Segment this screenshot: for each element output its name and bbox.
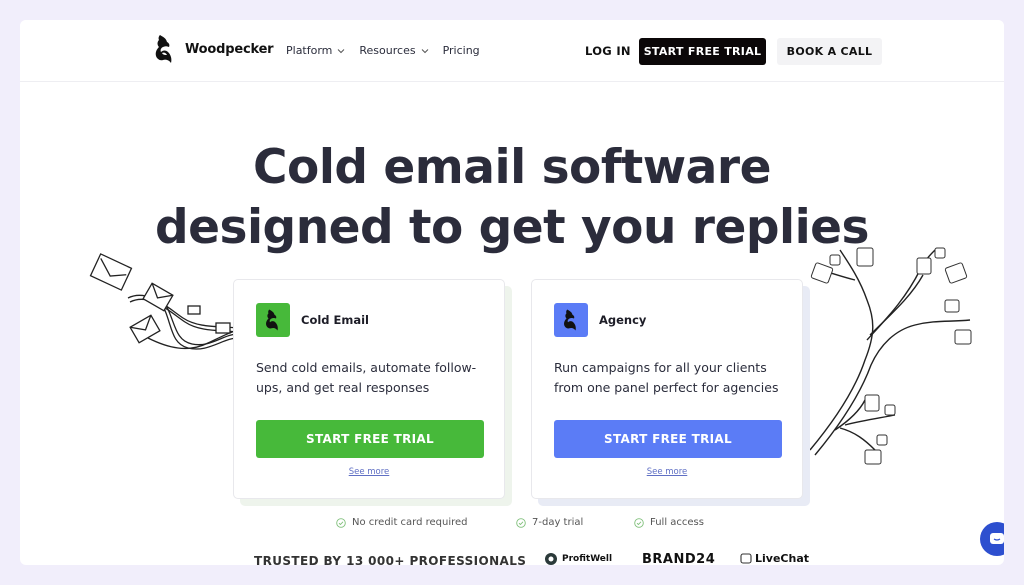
brand-logo[interactable]: Woodpecker <box>154 33 274 65</box>
card-description: Run campaigns for all your clients from … <box>554 360 779 395</box>
cold-email-card: Cold Email Send cold emails, automate fo… <box>233 279 505 499</box>
feature-label: No credit card required <box>352 517 468 528</box>
check-circle-icon <box>336 517 346 528</box>
feature-label: Full access <box>650 517 704 528</box>
card-title: Agency <box>599 313 647 327</box>
main-nav: Platform Resources Pricing <box>286 44 494 57</box>
brand-logo-livechat: LiveChat <box>740 552 809 565</box>
nav-resources-label: Resources <box>359 44 416 57</box>
cold-email-see-more-link[interactable]: See more <box>234 467 504 477</box>
tree-branch-illustration-icon <box>809 247 972 465</box>
agency-start-trial-button[interactable]: START FREE TRIAL <box>554 420 782 458</box>
feature-item: No credit card required <box>336 517 468 528</box>
feature-item: 7-day trial <box>516 517 583 528</box>
nav-platform-label: Platform <box>286 44 333 57</box>
brand-name: LiveChat <box>755 552 809 565</box>
header-start-trial-button[interactable]: START FREE TRIAL <box>639 38 766 65</box>
login-link[interactable]: LOG IN <box>585 44 631 58</box>
cold-email-card-icon <box>256 303 290 337</box>
brand-name: BRAND24 <box>642 552 716 565</box>
chat-widget-button[interactable] <box>980 522 1004 556</box>
feature-label: 7-day trial <box>532 517 584 528</box>
profitwell-logo-icon <box>545 553 557 565</box>
cold-email-start-trial-button[interactable]: START FREE TRIAL <box>256 420 484 458</box>
nav-pricing-label: Pricing <box>442 44 480 57</box>
top-navbar: Woodpecker Platform Resources Pricing LO… <box>20 20 1004 82</box>
nav-resources[interactable]: Resources <box>359 44 428 57</box>
brand-name: ProfitWell <box>562 554 613 564</box>
agency-see-more-link[interactable]: See more <box>532 467 802 477</box>
feature-item: Full access <box>634 517 704 528</box>
chevron-down-icon <box>421 48 428 53</box>
hero-title-line1: Cold email software <box>253 140 771 195</box>
livechat-logo-icon <box>740 552 752 564</box>
chevron-down-icon <box>338 48 345 53</box>
agency-card: Agency Run campaigns for all your client… <box>531 279 803 499</box>
hero-title-line2: designed to get you replies <box>154 200 870 255</box>
trusted-by-label: TRUSTED BY 13 000+ PROFESSIONALS <box>254 554 527 565</box>
page-frame: Woodpecker Platform Resources Pricing LO… <box>20 20 1004 565</box>
envelopes-illustration-icon <box>89 253 238 350</box>
woodpecker-logo-icon <box>155 35 172 63</box>
book-call-button[interactable]: BOOK A CALL <box>777 38 882 65</box>
woodpecker-logo-icon <box>266 309 278 331</box>
brand-logo-profitwell: ProfitWell <box>544 552 612 565</box>
woodpecker-logo-icon <box>564 309 576 331</box>
brand-logo-brand24: BRAND24 <box>642 552 715 565</box>
card-description: Send cold emails, automate follow-ups, a… <box>256 360 477 395</box>
card-title: Cold Email <box>301 313 370 327</box>
brand-name: Woodpecker <box>185 41 274 57</box>
nav-pricing[interactable]: Pricing <box>443 44 480 57</box>
nav-platform[interactable]: Platform <box>286 44 345 57</box>
chat-icon <box>990 533 1004 544</box>
check-circle-icon <box>634 517 644 528</box>
agency-card-icon <box>554 303 588 337</box>
check-circle-icon <box>516 517 526 528</box>
